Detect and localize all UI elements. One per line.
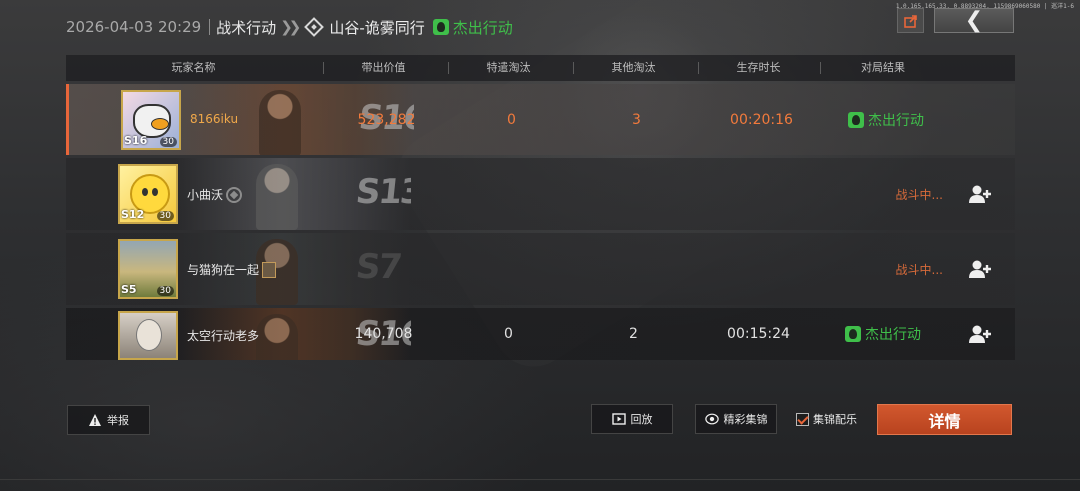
other-kills: 2	[629, 326, 638, 342]
col-special-kills: 特遣淘汰	[486, 61, 531, 74]
col-survival-time: 生存时长	[736, 61, 781, 74]
footer-divider	[0, 479, 1080, 480]
map-diamond-icon	[304, 17, 325, 37]
add-friend-button[interactable]	[969, 233, 991, 305]
chevron-right-icon: ❯❯	[280, 18, 301, 36]
scoreboard-table: 玩家名称 带出价值 特遣淘汰 其他淘汰 生存时长 对局结果 S16 S16 30…	[66, 55, 1015, 360]
header-divider	[573, 62, 574, 74]
add-friend-button[interactable]	[969, 308, 991, 360]
col-player-name: 玩家名称	[171, 61, 216, 74]
other-kills: 3	[632, 111, 641, 128]
rank-icon	[226, 186, 243, 203]
avatar-level: 30	[156, 286, 174, 296]
highlights-button[interactable]: 精彩集锦	[695, 404, 777, 434]
add-friend-icon	[969, 325, 991, 343]
match-map: 山谷-诡雾同行	[329, 18, 425, 37]
match-datetime: 2026-04-03 20:29	[66, 18, 202, 36]
highlight-reel-icon	[704, 413, 719, 425]
special-kills: 0	[507, 111, 516, 128]
match-result: 杰出行动	[432, 17, 513, 38]
back-button[interactable]: ❮	[934, 8, 1014, 33]
avatar-season: S5	[121, 283, 137, 296]
add-friend-icon	[969, 260, 991, 278]
header-divider	[323, 62, 324, 74]
table-row[interactable]: S16 S16 30 8166iku 523,282 0 3 00:20:16 …	[66, 84, 1015, 155]
player-name: 太空行动老多	[187, 329, 260, 343]
flame-icon	[432, 19, 449, 35]
details-button[interactable]: 详情	[877, 404, 1012, 435]
col-other-kills: 其他淘汰	[611, 61, 656, 74]
match-mode: 战术行动	[216, 18, 277, 37]
avatar-level: 30	[156, 211, 174, 221]
film-icon	[611, 413, 626, 425]
table-header: 玩家名称 带出价值 特遣淘汰 其他淘汰 生存时长 对局结果	[66, 55, 1015, 81]
avatar-season: S16	[124, 134, 148, 147]
share-icon	[903, 14, 917, 28]
header-divider	[820, 62, 821, 74]
season-badge: S13	[353, 172, 411, 212]
avatar[interactable]: S16 30	[121, 90, 181, 150]
player-name: 8166iku	[190, 112, 239, 126]
avatar-season: S12	[121, 208, 145, 221]
warning-icon	[89, 414, 101, 426]
survival-time: 00:15:24	[727, 326, 790, 342]
match-result-label: 杰出行动	[452, 18, 513, 37]
operator-figure	[256, 314, 298, 360]
music-checkbox[interactable]	[796, 412, 809, 426]
avatar[interactable]	[118, 311, 178, 360]
player-name: 小曲沃	[187, 186, 243, 203]
in-battle-status: 战斗中...	[895, 262, 943, 277]
header-divider	[448, 62, 449, 74]
season-badge: S7	[353, 247, 403, 287]
match-result: 杰出行动	[828, 308, 938, 360]
special-kills: 0	[504, 326, 513, 342]
survival-time: 00:20:16	[730, 111, 793, 128]
operator-figure	[259, 90, 301, 155]
table-row[interactable]: S13 S12 30 小曲沃 战斗中...	[66, 158, 1015, 230]
match-result: 杰出行动	[831, 84, 941, 155]
table-row[interactable]: S7 S5 30 与猫狗在一起 战斗中...	[66, 233, 1015, 305]
operator-figure	[256, 164, 298, 230]
add-friend-icon	[969, 185, 991, 203]
match-header: 2026-04-03 20:29 战术行动 ❯❯ 山谷-诡雾同行 杰出行动	[66, 14, 513, 40]
replay-button[interactable]: 回放	[591, 404, 673, 434]
flame-icon	[845, 326, 861, 342]
table-row[interactable]: S16 太空行动老多 140,708 0 2 00:15:24 杰出行动	[66, 308, 1015, 360]
share-button[interactable]	[897, 8, 924, 33]
chevron-left-icon: ❮	[964, 8, 984, 33]
col-extract-value: 带出价值	[361, 61, 406, 74]
player-name: 与猫狗在一起	[187, 261, 277, 278]
music-toggle[interactable]: 集锦配乐	[796, 411, 857, 427]
header-divider	[698, 62, 699, 74]
header-divider	[209, 19, 211, 35]
badge-icon	[262, 261, 277, 278]
add-friend-button[interactable]	[969, 158, 991, 230]
avatar[interactable]: S5 30	[118, 239, 178, 299]
extract-value: 140,708	[354, 326, 413, 342]
avatar[interactable]: S12 30	[118, 164, 178, 224]
avatar-level: 30	[159, 137, 177, 147]
in-battle-status: 战斗中...	[895, 187, 943, 202]
extract-value: 523,282	[357, 111, 416, 128]
col-match-result: 对局结果	[861, 61, 905, 74]
flame-icon	[848, 111, 864, 128]
report-button[interactable]: 举报	[67, 405, 150, 435]
